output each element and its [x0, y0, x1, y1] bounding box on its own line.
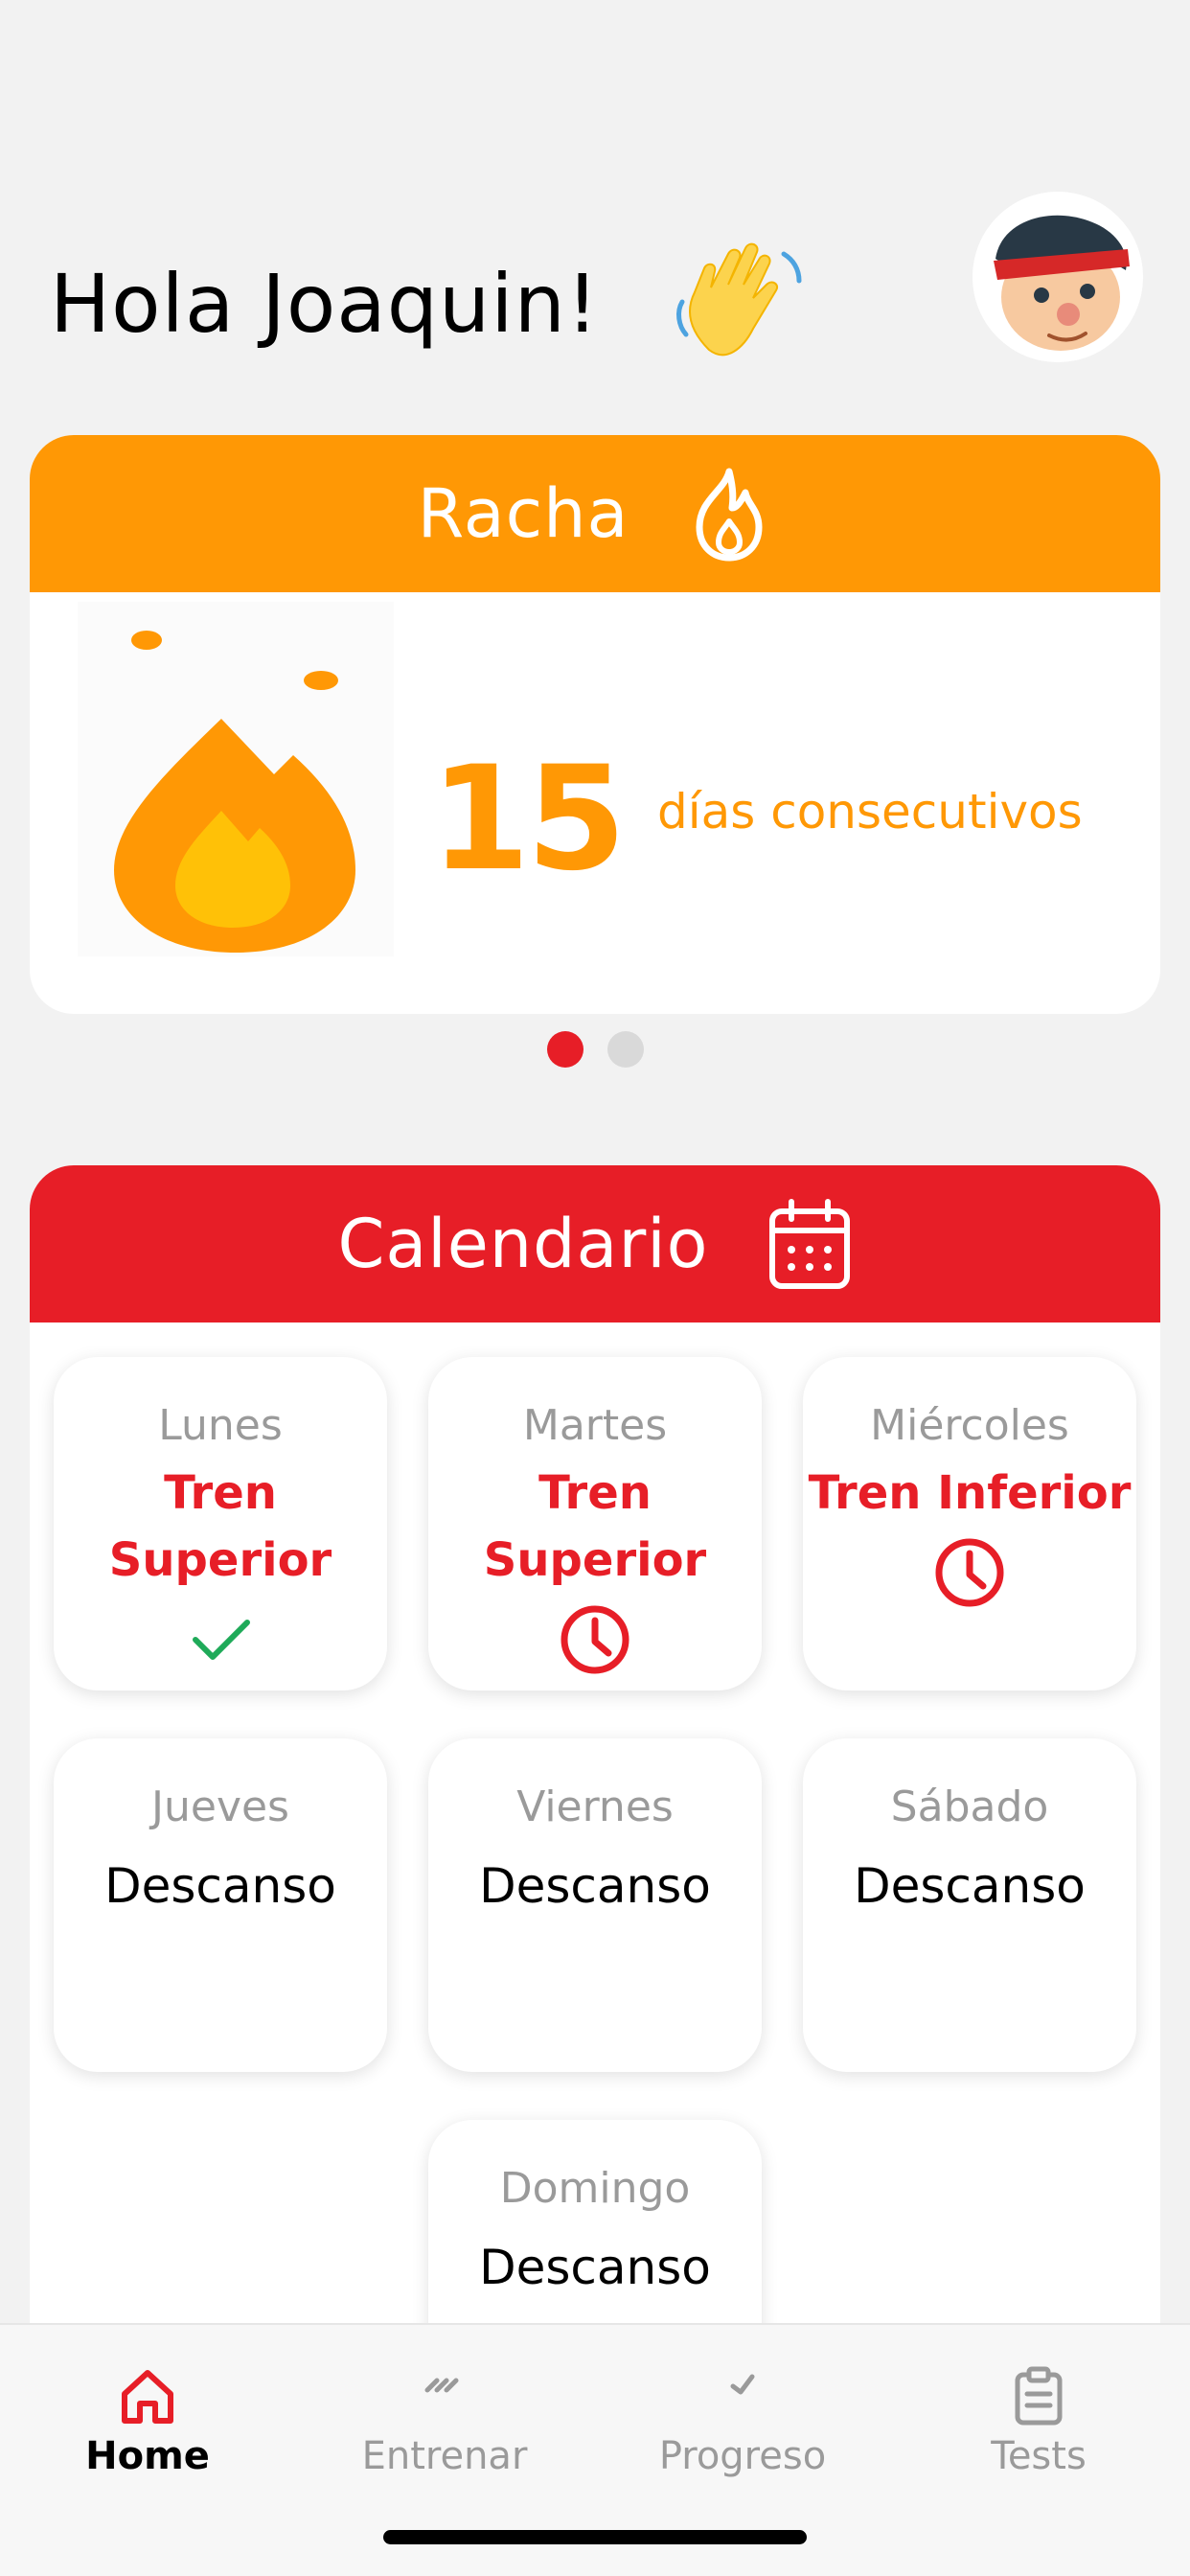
day-card-martes[interactable]: Martes Tren Superior [428, 1357, 762, 1690]
waving-hand-icon [676, 242, 802, 356]
day-name: Martes [522, 1401, 668, 1450]
calendar-header: Calendario [30, 1165, 1160, 1322]
day-card-miercoles[interactable]: Miércoles Tren Inferior [803, 1357, 1136, 1690]
carousel-dot[interactable] [606, 1031, 644, 1068]
day-name: Domingo [499, 2164, 691, 2213]
day-name: Lunes [158, 1401, 283, 1450]
home-icon [122, 2370, 173, 2424]
day-card-viernes[interactable]: Viernes Descanso [428, 1738, 762, 2072]
home-indicator[interactable] [383, 2530, 807, 2544]
calendar-icon [768, 1199, 850, 1289]
chart-icon [730, 2374, 755, 2395]
streak-card[interactable]: Racha 15 días consecutivos [30, 435, 1160, 1014]
streak-header: Racha [30, 435, 1160, 592]
day-rest: Descanso [479, 2240, 711, 2295]
user-avatar[interactable] [973, 192, 1143, 362]
clock-icon [935, 1538, 1004, 1607]
day-workout: Tren Inferior [808, 1466, 1132, 1520]
flame-icon [696, 468, 763, 562]
user-avatar-icon [973, 192, 1143, 362]
nav-item-entrenar[interactable]: Entrenar [301, 2325, 588, 2478]
day-workout: Tren Superior [108, 1466, 332, 1587]
streak-title: Racha [417, 474, 629, 553]
nav-item-tests[interactable]: Tests [895, 2325, 1182, 2478]
carousel-dots [0, 1031, 1190, 1068]
clock-icon [561, 1605, 629, 1674]
calendar-title: Calendario [337, 1205, 709, 1283]
day-workout: Tren Superior [483, 1466, 707, 1587]
streak-label: días consecutivos [657, 784, 1083, 840]
day-name: Viernes [516, 1782, 674, 1831]
day-card-sabado[interactable]: Sábado Descanso [803, 1738, 1136, 2072]
nav-label-progreso: Progreso [658, 2434, 827, 2478]
nav-label-home: Home [85, 2434, 210, 2478]
checkmark-icon [193, 1620, 250, 1660]
day-name: Jueves [151, 1782, 289, 1831]
dumbbell-icon [424, 2378, 459, 2393]
nav-item-progreso[interactable]: Progreso [599, 2325, 886, 2478]
streak-count: 15 [430, 736, 627, 903]
big-flame-icon [78, 602, 394, 956]
day-rest: Descanso [479, 1858, 711, 1914]
greeting-title: Hola Joaquin! [50, 257, 600, 351]
nav-item-home[interactable]: Home [4, 2325, 291, 2478]
nav-label-tests: Tests [991, 2434, 1087, 2478]
day-rest: Descanso [104, 1858, 336, 1914]
streak-body: 15 días consecutivos [30, 592, 1160, 1014]
day-card-lunes[interactable]: Lunes Tren Superior [54, 1357, 387, 1690]
day-name: Sábado [890, 1782, 1049, 1831]
clipboard-icon [1015, 2366, 1063, 2426]
day-rest: Descanso [854, 1858, 1086, 1914]
nav-label-entrenar: Entrenar [361, 2434, 528, 2478]
day-name: Miércoles [870, 1401, 1069, 1450]
day-card-jueves[interactable]: Jueves Descanso [54, 1738, 387, 2072]
carousel-dot-active[interactable] [546, 1031, 584, 1068]
